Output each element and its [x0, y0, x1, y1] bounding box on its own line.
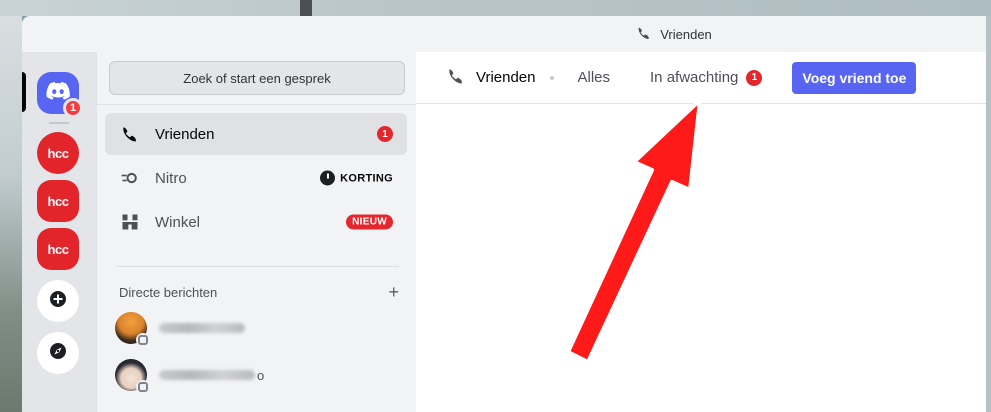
- rail-divider: [49, 122, 69, 124]
- sidebar-item-right: NIEUW: [346, 214, 393, 230]
- dm-list-item[interactable]: [105, 306, 407, 350]
- friends-icon: [119, 123, 141, 145]
- offline-status-icon: [136, 380, 150, 394]
- create-dm-button[interactable]: +: [388, 283, 399, 301]
- friends-toolbar: Vrienden Alles In afwachting 1 Voeg vrie…: [416, 52, 986, 104]
- tab-pending[interactable]: In afwachting 1: [642, 65, 770, 90]
- server-rail: 1 hcc hcc hcc: [22, 52, 96, 412]
- friends-icon: [446, 66, 466, 90]
- hcc-server-icon: hcc: [47, 145, 69, 161]
- discount-tag: KORTING: [320, 170, 393, 186]
- nitro-icon: [119, 167, 141, 189]
- blurred-username: [159, 323, 245, 333]
- explore-servers-button[interactable]: [37, 332, 79, 374]
- main-panel: Vrienden Alles In afwachting 1 Voeg vrie…: [416, 52, 986, 412]
- sidebar-item-nitro[interactable]: Nitro KORTING: [105, 157, 407, 199]
- offline-status-icon: [136, 333, 150, 347]
- rail-selected-indicator: [22, 72, 26, 112]
- shop-icon: [119, 211, 141, 233]
- divider: [97, 104, 417, 105]
- search-input[interactable]: Zoek of start een gesprek: [109, 61, 405, 95]
- server-hcc-drones[interactable]: hcc: [37, 180, 79, 222]
- friends-icon: [636, 25, 652, 44]
- divider: [117, 266, 399, 267]
- server-hcc-1[interactable]: hcc: [37, 132, 79, 174]
- discord-window: Vrienden 1 hcc hcc hcc Zoek of start een…: [22, 16, 986, 412]
- separator-dot: [549, 75, 554, 80]
- window-title: Vrienden: [660, 26, 712, 42]
- sidebar-item-label: Nitro: [155, 169, 187, 187]
- window-titlebar[interactable]: Vrienden: [22, 16, 986, 52]
- tab-all[interactable]: Alles: [570, 65, 619, 90]
- notification-badge: 1: [746, 69, 763, 86]
- dm-section-header: Directe berichten +: [119, 283, 399, 301]
- page-title: Vrienden: [446, 66, 536, 90]
- desktop-background-top: [0, 0, 991, 16]
- sidebar-item-right: 1: [377, 126, 393, 142]
- clock-icon: [320, 170, 336, 186]
- dm-sidebar: Zoek of start een gesprek Vrienden 1 Nit…: [96, 52, 417, 412]
- server-hcc-2[interactable]: hcc: [37, 228, 79, 270]
- tab-label: Alles: [577, 69, 611, 86]
- avatar: [115, 359, 150, 394]
- blurred-username: [159, 370, 255, 380]
- avatar: [115, 312, 150, 347]
- sidebar-item-shop[interactable]: Winkel NIEUW: [105, 201, 407, 243]
- sidebar-item-label: Vrienden: [155, 125, 215, 143]
- sidebar-item-friends[interactable]: Vrienden 1: [105, 113, 407, 155]
- plus-circle-icon: [49, 290, 67, 313]
- desktop-object: [300, 0, 312, 16]
- page-title-label: Vrienden: [476, 69, 536, 86]
- username-visible-suffix: o: [257, 367, 265, 383]
- desktop-background-left: [0, 16, 22, 412]
- direct-messages-home-button[interactable]: 1: [37, 72, 83, 118]
- notification-badge: 1: [377, 126, 393, 142]
- tab-label: In afwachting: [650, 69, 739, 86]
- notification-badge: 1: [63, 98, 83, 118]
- discount-tag-label: KORTING: [340, 172, 393, 184]
- add-friend-button[interactable]: Voeg vriend toe: [792, 61, 917, 94]
- hcc-server-icon: hcc: [47, 241, 69, 257]
- sidebar-item-right: KORTING: [320, 170, 393, 186]
- add-server-button[interactable]: [37, 280, 79, 322]
- dm-section-title: Directe berichten: [119, 284, 218, 300]
- new-badge: NIEUW: [346, 214, 393, 230]
- hcc-drones-server-icon: hcc: [47, 193, 69, 209]
- sidebar-item-label: Winkel: [155, 213, 201, 231]
- desktop-background-right: [986, 16, 991, 412]
- compass-icon: [49, 342, 67, 365]
- dm-list-item[interactable]: o: [105, 353, 407, 397]
